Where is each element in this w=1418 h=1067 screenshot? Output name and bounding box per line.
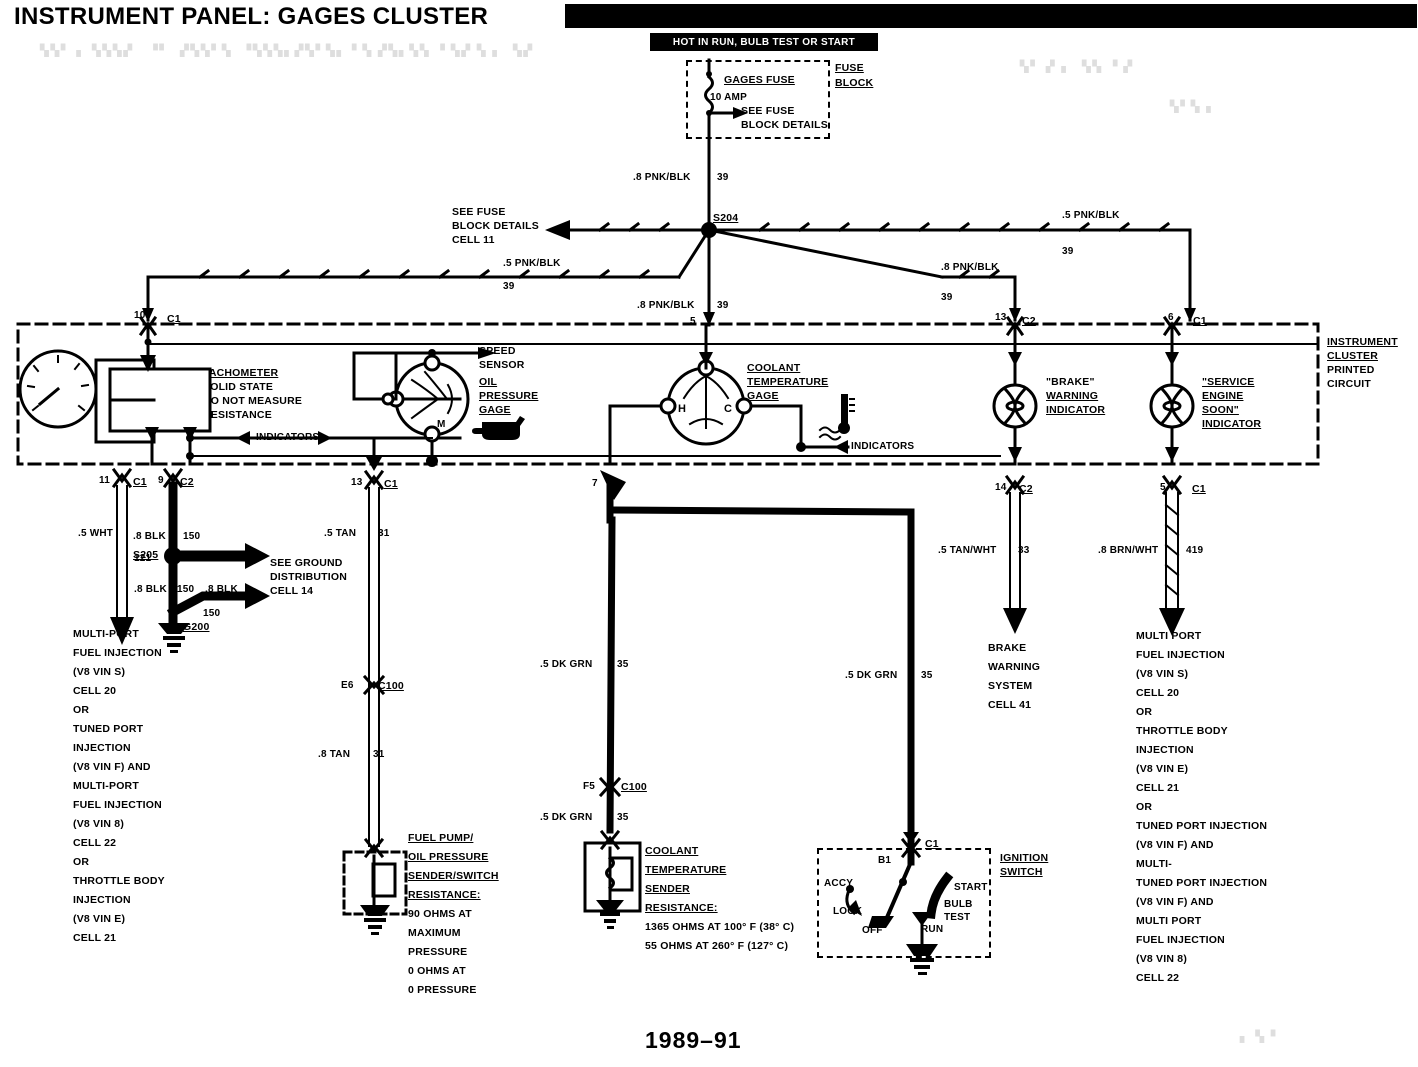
diagram-lines: M H C bbox=[16, 58, 1320, 975]
svg-text:H: H bbox=[678, 403, 686, 415]
svg-text:M: M bbox=[437, 419, 445, 430]
svg-text:C: C bbox=[724, 403, 732, 415]
wiring-diagram-sheet: INSTRUMENT PANEL: GAGES CLUSTER ▚▚▘ ▖ ▚▚… bbox=[0, 0, 1418, 1067]
